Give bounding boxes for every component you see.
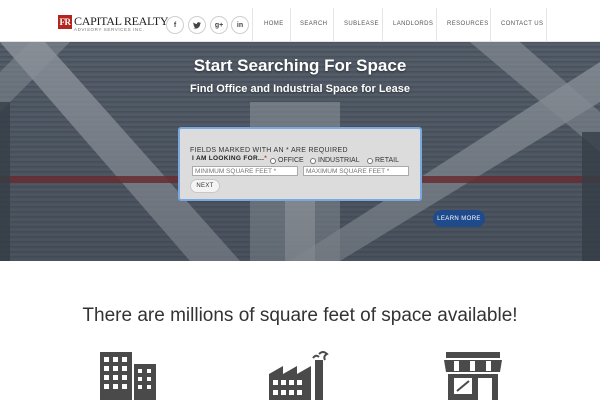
hero-banner: Start Searching For Space Find Office an… bbox=[0, 42, 600, 261]
section-heading: There are millions of square feet of spa… bbox=[82, 305, 518, 326]
radio-button[interactable] bbox=[367, 158, 373, 164]
facebook-icon[interactable]: f bbox=[166, 16, 184, 34]
maximum-square-feet-input[interactable] bbox=[303, 166, 409, 176]
nav-resources[interactable]: RESOURCES bbox=[447, 21, 489, 27]
nav-divider bbox=[546, 8, 547, 42]
radio-retail-label: RETAIL bbox=[375, 156, 399, 164]
nav-divider bbox=[382, 8, 383, 42]
nav-landlords[interactable]: LANDLORDS bbox=[393, 21, 433, 27]
required-star: * bbox=[264, 155, 268, 162]
logo-tagline: ADVISORY SERVICES INC. bbox=[74, 27, 145, 32]
space-search-form: FIELDS MARKED WITH AN * ARE REQUIRED I A… bbox=[178, 127, 422, 201]
radio-industrial-label: INDUSTRIAL bbox=[318, 156, 360, 164]
radio-retail[interactable]: RETAIL bbox=[367, 156, 399, 164]
radio-button[interactable] bbox=[270, 158, 276, 164]
office-buildings-icon bbox=[100, 352, 156, 400]
logo-mark: FR bbox=[58, 15, 72, 29]
logo[interactable]: FR CAPITAL REALTY ADVISORY SERVICES INC. bbox=[58, 14, 169, 35]
hero-title: Start Searching For Space bbox=[193, 56, 407, 75]
next-button[interactable]: NEXT bbox=[190, 179, 220, 193]
factory-icon bbox=[269, 351, 329, 400]
retail-storefront-icon bbox=[444, 352, 502, 400]
radio-office[interactable]: OFFICE bbox=[270, 156, 304, 164]
nav-divider bbox=[333, 8, 334, 42]
nav-divider bbox=[490, 8, 491, 42]
nav-divider bbox=[252, 8, 253, 42]
linkedin-icon[interactable]: in bbox=[231, 16, 249, 34]
radio-industrial[interactable]: INDUSTRIAL bbox=[310, 156, 360, 164]
minimum-square-feet-input[interactable] bbox=[192, 166, 298, 176]
required-fields-note: FIELDS MARKED WITH AN * ARE REQUIRED bbox=[190, 147, 348, 154]
radio-office-label: OFFICE bbox=[278, 156, 304, 164]
learn-more-button[interactable]: LEARN MORE bbox=[433, 210, 485, 227]
hero-subtitle: Find Office and Industrial Space for Lea… bbox=[189, 83, 411, 95]
twitter-icon[interactable] bbox=[188, 16, 206, 34]
nav-divider bbox=[436, 8, 437, 42]
nav-divider bbox=[290, 8, 291, 42]
site-header: FR CAPITAL REALTY ADVISORY SERVICES INC.… bbox=[0, 0, 600, 42]
twitter-bird-glyph bbox=[193, 21, 201, 29]
looking-for-label: I AM LOOKING FOR...* bbox=[192, 155, 267, 162]
looking-for-text: I AM LOOKING FOR... bbox=[192, 155, 265, 162]
radio-button[interactable] bbox=[310, 158, 316, 164]
google-plus-icon[interactable]: g+ bbox=[210, 16, 228, 34]
logo-name: CAPITAL REALTY bbox=[74, 14, 169, 28]
nav-contact-us[interactable]: CONTACT US bbox=[501, 21, 543, 27]
nav-home[interactable]: HOME bbox=[264, 21, 284, 27]
nav-sublease[interactable]: SUBLEASE bbox=[344, 21, 379, 27]
nav-search[interactable]: SEARCH bbox=[300, 21, 327, 27]
